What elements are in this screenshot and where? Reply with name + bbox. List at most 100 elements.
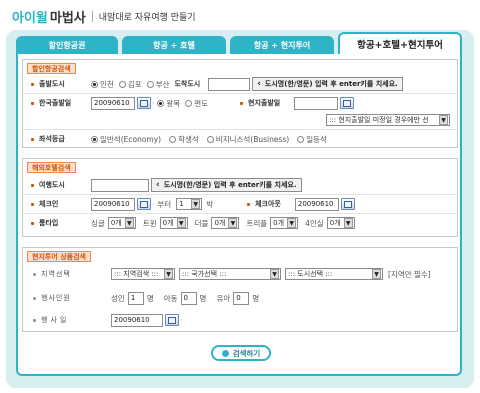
city-select[interactable]: ::: 도시선택 ::: ▼: [285, 268, 383, 280]
chevron-down-icon: ▼: [270, 269, 279, 279]
bullet-icon: [31, 137, 34, 141]
radio-student-label: 학생석: [178, 134, 199, 144]
arrive-city-hint: ‹ 도시명(한/영문) 입력 후 enter키를 치세요.: [252, 77, 403, 91]
room-type-label: 룸타입: [39, 219, 59, 227]
room-twin-value: 0개: [162, 219, 174, 227]
infant-count-input[interactable]: 0: [233, 291, 250, 305]
dropdown-dot: ·: [180, 315, 183, 325]
bullet-icon: [247, 202, 251, 206]
divider: [23, 93, 457, 94]
region-label: 지역선택: [41, 270, 71, 278]
adult-unit: 명: [146, 293, 154, 303]
tab-bar: 할인항공권 항공 + 호텔 항공 + 현지투어 항공+호텔+현지투어: [16, 32, 462, 54]
travel-city-input[interactable]: [91, 178, 149, 192]
bullet-icon: [31, 82, 34, 86]
travel-city-label: 여행도시: [39, 181, 65, 189]
room-double-select[interactable]: 0개 ▼: [211, 217, 240, 229]
region-select-value: ::: 지역검색 :::: [114, 270, 159, 278]
calendar-icon[interactable]: [137, 97, 151, 109]
chevron-down-icon: ▼: [124, 218, 134, 228]
search-button-label: 검색하기: [232, 348, 261, 358]
radio-one-way[interactable]: [185, 99, 193, 107]
chevron-down-icon: ▼: [164, 269, 173, 279]
local-depart-label: 현지출발일: [248, 99, 281, 107]
room-quad-label: 4인실: [305, 218, 324, 228]
radio-incheon-label: 인천: [100, 79, 114, 89]
travel-city-hint-text: 도시명(한/영문) 입력 후 enter키를 치세요.: [163, 181, 297, 189]
radio-economy-label: 일반석(Economy): [100, 134, 162, 144]
radio-busan[interactable]: [146, 80, 154, 88]
search-button[interactable]: 검색하기: [211, 345, 271, 361]
child-count-input[interactable]: 0: [180, 291, 197, 305]
left-angle-icon: ‹: [156, 180, 160, 190]
room-single-label: 싱글: [91, 218, 105, 228]
tagline: 내맘대로 자유여행 만들기: [98, 12, 196, 23]
room-quad-value: 0개: [329, 219, 341, 227]
chevron-down-icon: ▼: [372, 269, 381, 279]
bullet-icon: [31, 202, 34, 206]
infant-unit: 명: [252, 293, 260, 303]
chevron-down-icon: ▼: [343, 218, 353, 228]
country-select[interactable]: ::: 국가선택 ::: ▼: [179, 268, 281, 280]
calendar-icon[interactable]: [340, 198, 355, 210]
adult-count-input[interactable]: 1: [127, 291, 144, 305]
chevron-down-icon: ▼: [176, 218, 186, 228]
calendar-icon[interactable]: [137, 198, 151, 210]
tab-air-hotel-tour[interactable]: 항공+호텔+현지투어: [338, 32, 462, 54]
bullet-icon: [31, 101, 34, 105]
local-undecided-select[interactable]: ::: 현지출발일 미정일 경우에만 선 ▼: [326, 114, 450, 126]
radio-economy[interactable]: [91, 135, 98, 143]
search-panel: 할인항공검색 출발도시 인천 김포 부산 도착도시 ‹ 도시명(한/영문) 입력 …: [16, 54, 462, 376]
radio-business[interactable]: [206, 135, 214, 143]
checkout-label: 체크아웃: [255, 200, 281, 208]
travel-city-row: 여행도시 ‹ 도시명(한/영문) 입력 후 enter키를 치세요.: [23, 177, 457, 193]
infant-label: 유아: [216, 293, 231, 303]
nights-select[interactable]: 1 ▼: [176, 198, 203, 210]
nights-select-value: 1: [179, 200, 184, 208]
tour-date-input[interactable]: 20090610: [111, 313, 163, 327]
tour-date-row: 행사일 20090610 ·: [23, 312, 457, 328]
country-select-value: ::: 국가선택 :::: [182, 270, 227, 278]
local-depart-date-input[interactable]: [294, 96, 339, 110]
calendar-icon[interactable]: [165, 314, 179, 326]
region-row: 지역선택 ::: 지역검색 ::: ▼ ::: 국가선택 ::: ▼ ::: 도시선…: [23, 266, 457, 282]
radio-busan-label: 부산: [155, 79, 170, 89]
checkin-date-input[interactable]: 20090610: [91, 197, 135, 211]
people-label: 행사인원: [41, 294, 71, 302]
room-triple-select[interactable]: 0개 ▼: [270, 217, 299, 229]
checkout-date-input[interactable]: 20090610: [294, 197, 339, 211]
room-triple-label: 트리플: [246, 218, 268, 228]
room-double-label: 더블: [194, 218, 209, 228]
tab-air-hotel[interactable]: 항공 + 호텔: [122, 36, 226, 54]
checkin-label: 체크인: [39, 200, 59, 208]
header-divider: [91, 10, 93, 22]
bullet-icon: [31, 221, 34, 225]
radio-gimpo[interactable]: [118, 80, 126, 88]
depart-city-row: 출발도시 인천 김포 부산 도착도시 ‹ 도시명(한/영문) 입력 후 enter…: [23, 76, 457, 92]
kr-depart-row: 한국출발일 20090610 · 왕복 편도 현지출발일: [23, 95, 457, 111]
arrive-city-hint-text: 도시명(한/영문) 입력 후 enter키를 치세요.: [264, 80, 398, 88]
arrive-city-label: 도착도시: [174, 80, 201, 88]
required-note: [지역만 필수]: [388, 269, 431, 279]
calendar-icon[interactable]: [340, 97, 355, 109]
region-select[interactable]: ::: 지역검색 ::: ▼: [111, 268, 175, 280]
radio-incheon[interactable]: [91, 80, 98, 88]
left-angle-icon: ‹: [257, 79, 261, 89]
radio-student[interactable]: [169, 135, 177, 143]
travel-city-hint: ‹ 도시명(한/영문) 입력 후 enter키를 치세요.: [151, 178, 302, 192]
header: 아이윌 마법사 내맘대로 자유여행 만들기: [12, 6, 196, 26]
radio-first[interactable]: [297, 135, 305, 143]
kr-depart-date-input[interactable]: 20090610: [91, 96, 135, 110]
tab-air-tour[interactable]: 항공 + 현지투어: [230, 36, 334, 54]
arrive-city-input[interactable]: [208, 77, 251, 91]
room-double-value: 0개: [214, 219, 226, 227]
radio-round-trip[interactable]: [157, 99, 165, 107]
dropdown-dot: ·: [152, 98, 155, 108]
room-single-select[interactable]: 0개 ▼: [107, 217, 136, 229]
tour-date-label: 행사일: [41, 316, 70, 324]
chevron-down-icon: ▼: [191, 199, 201, 209]
room-twin-select[interactable]: 0개 ▼: [159, 217, 188, 229]
tab-discount-air[interactable]: 할인항공권: [16, 36, 118, 54]
dropdown-dot: ·: [152, 199, 155, 209]
room-quad-select[interactable]: 0개 ▼: [326, 217, 355, 229]
